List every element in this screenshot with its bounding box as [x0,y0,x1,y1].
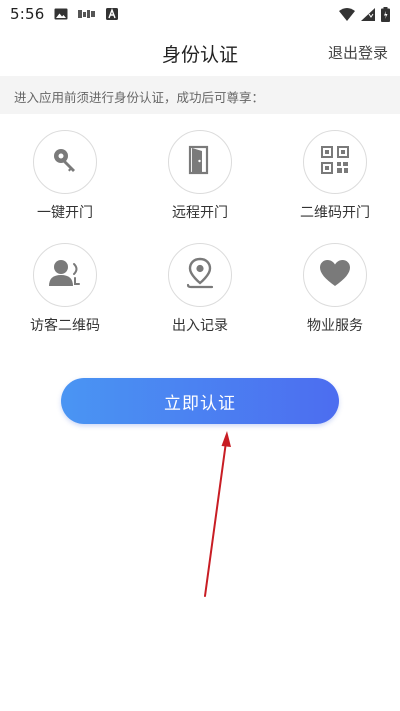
feature-label: 物业服务 [307,318,363,334]
feature-icon-circle [303,243,367,307]
feature-icon-circle [33,243,97,307]
status-bar-left: 5:56 [10,5,119,23]
door-icon [187,145,213,179]
feature-label: 远程开门 [172,205,228,221]
feature-access-records[interactable]: 出入记录 [135,243,265,343]
location-pin-icon [185,257,215,293]
feature-property-services[interactable]: 物业服务 [270,243,400,343]
nav-bar: 身份认证 退出登录 [0,28,400,76]
notice-text: 进入应用前须进行身份认证，成功后可尊享： [14,90,265,105]
feature-visitor-qr[interactable]: 访客二维码 [0,243,130,343]
font-icon [106,8,119,20]
notice-banner: 进入应用前须进行身份认证，成功后可尊享： [0,76,400,114]
status-time: 5:56 [10,5,45,23]
feature-one-key-open[interactable]: 一键开门 [0,130,130,230]
status-bar-right [339,6,390,22]
feature-label: 一键开门 [37,205,93,221]
data-saver-icon [78,9,96,19]
status-bar: 5:56 [0,0,400,28]
qr-code-icon [321,146,349,178]
signal-icon [361,7,375,21]
verify-now-button[interactable]: 立即认证 [61,378,339,424]
feature-qr-open[interactable]: 二维码开门 [270,130,400,230]
feature-icon-circle [33,130,97,194]
image-icon [54,8,68,20]
battery-icon [381,6,390,22]
wifi-icon [339,7,355,21]
feature-label: 二维码开门 [300,205,370,221]
visitor-icon [49,258,81,292]
logout-button[interactable]: 退出登录 [328,42,388,63]
feature-icon-circle [168,243,232,307]
feature-icon-circle [303,130,367,194]
key-icon [50,145,80,179]
feature-label: 出入记录 [172,318,228,334]
heart-icon [319,259,351,291]
feature-icon-circle [168,130,232,194]
feature-label: 访客二维码 [30,318,100,334]
feature-remote-open[interactable]: 远程开门 [135,130,265,230]
